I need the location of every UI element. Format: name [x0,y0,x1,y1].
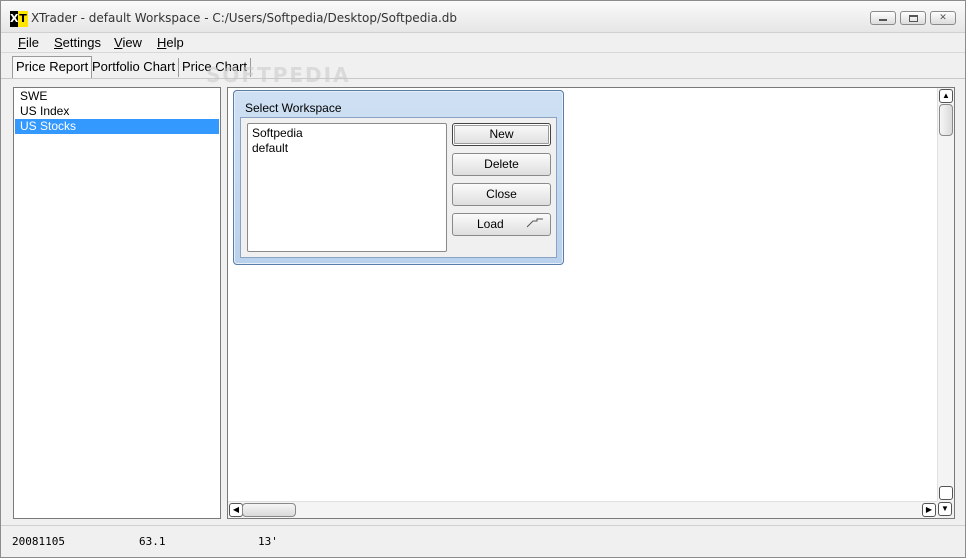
status-date: 20081105 [12,535,65,548]
horizontal-scroll-thumb[interactable] [242,503,296,517]
maximize-button[interactable] [900,11,926,25]
vertical-scrollbar[interactable]: ▲ [937,88,954,502]
window-title: XTrader - default Workspace - C:/Users/S… [31,11,458,25]
delete-workspace-button[interactable]: Delete [452,153,551,176]
vertical-scroll-thumb[interactable] [939,104,953,136]
scroll-left-icon[interactable]: ◀ [229,503,243,517]
menu-help-mnemonic: H [157,35,167,50]
xtrader-app-icon: X T [10,11,28,27]
scroll-corner: ▼ [937,501,954,518]
symbol-group-list[interactable]: SWE US Index US Stocks [13,87,221,519]
maximize-icon [901,12,925,24]
menu-bar: File Settings View Help [1,33,965,53]
menu-help[interactable]: Help [157,35,184,51]
status-time: 13' [258,535,278,548]
list-item-selected[interactable]: US Stocks [15,119,219,134]
close-dialog-button[interactable]: Close [452,183,551,206]
list-item[interactable]: US Index [15,104,219,119]
scroll-right-icon[interactable]: ▶ [922,503,936,517]
dialog-title: Select Workspace [245,101,342,115]
new-workspace-button[interactable]: New [452,123,551,146]
scroll-down-icon[interactable]: ▼ [938,502,952,516]
app-icon-x-glyph: X [10,11,19,27]
tab-portfolio-chart[interactable]: Portfolio Chart [89,58,180,77]
scroll-up-icon[interactable]: ▲ [939,89,953,103]
tab-strip: Price Report Portfolio Chart Price Chart [1,55,965,79]
tab-price-report[interactable]: Price Report [12,56,93,78]
cursor-icon [526,218,544,230]
close-icon: ✕ [939,13,947,23]
list-item[interactable]: SWE [15,89,219,104]
minimize-button[interactable] [870,11,896,25]
menu-view-label: iew [122,35,142,50]
menu-settings-mnemonic: S [54,35,63,50]
menu-file[interactable]: File [18,35,39,51]
app-window: X T XTrader - default Workspace - C:/Use… [0,0,966,558]
menu-view[interactable]: View [114,35,142,51]
softpedia-watermark: SOFTPEDIA [206,63,351,87]
app-icon-t-glyph: T [18,11,28,27]
status-value: 63.1 [139,535,166,548]
menu-settings-label: ettings [62,35,101,50]
menu-help-label: elp [166,35,184,50]
minimize-icon [871,12,895,24]
list-item[interactable]: Softpedia [248,126,446,141]
dialog-body: Softpedia default New Delete Close Load [240,117,557,258]
load-button-label: Load [477,217,504,231]
select-workspace-dialog: Select Workspace Softpedia default New D… [233,90,564,265]
load-workspace-button[interactable]: Load [452,213,551,236]
menu-file-mnemonic: F [18,35,26,50]
menu-file-label: ile [25,35,39,50]
scroll-down-icon[interactable] [939,486,953,500]
workspace-list[interactable]: Softpedia default [247,123,447,252]
title-bar[interactable]: X T XTrader - default Workspace - C:/Use… [1,1,965,33]
status-bar: 20081105 63.1 13' [1,525,965,557]
menu-settings[interactable]: Settings [54,35,101,51]
close-window-button[interactable]: ✕ [930,11,956,25]
list-item[interactable]: default [248,141,446,156]
horizontal-scrollbar[interactable]: ◀ ▶ [228,501,938,518]
